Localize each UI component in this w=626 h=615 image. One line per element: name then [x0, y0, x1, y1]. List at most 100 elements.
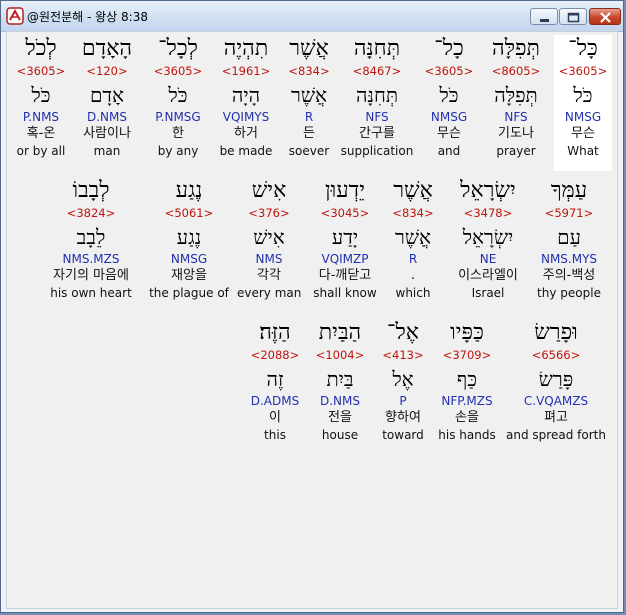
strong-number[interactable]: <3478>	[447, 205, 529, 221]
korean-gloss: 무슨	[571, 126, 595, 141]
english-gloss: and	[437, 144, 461, 158]
word-block[interactable]: הַזֶּה׃ <2088> זֶה D.ADMS 이 this	[247, 319, 303, 455]
morph-code: R	[304, 110, 314, 124]
maximize-button[interactable]	[559, 8, 587, 25]
close-icon	[600, 12, 611, 23]
korean-gloss: 전을	[328, 410, 352, 425]
hebrew-word: הַזֶּה׃	[259, 320, 291, 345]
lemma: כֹּל	[439, 83, 459, 107]
strong-number[interactable]: <8467>	[340, 63, 414, 79]
strong-number[interactable]: <8605>	[485, 63, 547, 79]
morph-code: P.NMS	[22, 110, 60, 124]
strong-number[interactable]: <834>	[387, 205, 439, 221]
close-button[interactable]	[589, 8, 621, 25]
hebrew-word: יִשְׂרָאֵל	[460, 178, 516, 203]
morph-code: NMSG	[430, 110, 468, 124]
korean-gloss: 자기의 마음에	[53, 268, 129, 283]
strong-number[interactable]: <413>	[377, 347, 429, 363]
korean-gloss: 재앙을	[171, 268, 207, 283]
morph-code: D.ADMS	[250, 394, 300, 408]
lemma: יָדַע	[331, 225, 359, 249]
hebrew-word: כַּפָּיו	[450, 320, 484, 345]
english-gloss: man	[93, 144, 121, 158]
word-block[interactable]: לְכֹל <3605> כֹּל P.NMS 혹-온 or by all	[13, 35, 69, 171]
lemma: אֲשֶׁר	[291, 83, 327, 107]
word-block[interactable]: אֲשֶׁר <834> אֲשֶׁר R 든 soever	[283, 35, 335, 171]
strong-number[interactable]: <3605>	[148, 63, 208, 79]
word-block[interactable]: אֲשֶׁר <834> אֲשֶׁר R . which	[387, 177, 439, 313]
strong-number[interactable]: <120>	[77, 63, 137, 79]
word-block[interactable]: לְכָל־ <3605> כֹּל P.NMSG 한 by any	[148, 35, 208, 171]
english-gloss: toward	[382, 428, 424, 442]
korean-gloss: 각각	[257, 268, 281, 283]
morph-code: NMSG	[170, 252, 208, 266]
morph-code: NFS	[504, 110, 528, 124]
korean-gloss: 펴고	[544, 410, 568, 425]
korean-gloss: 하거	[234, 126, 258, 141]
strong-number[interactable]: <3605>	[13, 63, 69, 79]
strong-number[interactable]: <3605>	[420, 63, 478, 79]
word-block[interactable]: תְּחִנָּה <8467> תְּחִנָּה NFS 간구를 suppl…	[340, 35, 414, 171]
korean-gloss: 향하여	[385, 410, 421, 425]
korean-gloss: 이스라엘이	[458, 268, 518, 283]
korean-gloss: .	[410, 268, 416, 283]
strong-number[interactable]: <3605>	[554, 63, 612, 79]
maximize-icon	[567, 12, 580, 23]
word-block[interactable]: עַמְּךָ <5971> עַם NMS.MYS 주의-백성 thy peo…	[533, 177, 605, 313]
korean-gloss: 간구를	[359, 126, 395, 141]
strong-number[interactable]: <1961>	[215, 63, 277, 79]
lemma: כַּף	[456, 367, 478, 391]
english-gloss: thy people	[537, 286, 601, 300]
word-block[interactable]: כָל־ <3605> כֹּל NMSG 무슨 and	[420, 35, 478, 171]
morph-code: VQIMYS	[222, 110, 270, 124]
lemma: כֹּל	[573, 83, 593, 107]
hebrew-word: תִהְיֶה	[223, 36, 269, 61]
lemma: הָיָה	[231, 83, 261, 107]
english-gloss: or by all	[16, 144, 66, 158]
word-block[interactable]: תְּפִלָּה <8605> תְּפִלָּה NFS 기도나 praye…	[485, 35, 547, 171]
window-title: @원전분해 - 왕상 8:38	[27, 10, 148, 24]
word-block[interactable]: יִשְׂרָאֵל <3478> יִשְׂרָאֵל NE 이스라엘이 Is…	[447, 177, 529, 313]
lemma: יִשְׂרָאֵל	[462, 225, 514, 249]
hebrew-word: לְכָל־	[158, 36, 198, 61]
strong-number[interactable]: <3045>	[311, 205, 379, 221]
english-gloss: the plague of	[149, 286, 229, 300]
lemma: כֹּל	[168, 83, 188, 107]
english-gloss: shall know	[313, 286, 377, 300]
word-block[interactable]: הָאָדָם <120> אָדָם D.NMS 사람이나 man	[77, 35, 137, 171]
lemma: כֹּל	[31, 83, 51, 107]
strong-number[interactable]: <3824>	[41, 205, 141, 221]
english-gloss: which	[395, 286, 431, 300]
strong-number[interactable]: <834>	[283, 63, 335, 79]
word-block[interactable]: כָּל־ <3605> כֹּל NMSG 무슨 What	[554, 35, 612, 171]
strong-number[interactable]: <3709>	[435, 347, 499, 363]
word-block[interactable]: אִישׁ <376> אִישׁ NMS 각각 every man	[237, 177, 301, 313]
strong-number[interactable]: <6566>	[505, 347, 607, 363]
word-block[interactable]: הַבַּיִת <1004> בַּיִת D.NMS 전을 house	[311, 319, 369, 455]
word-block[interactable]: אֶל־ <413> אֶל P 향하여 toward	[377, 319, 429, 455]
word-block[interactable]: וּפָרַשׂ <6566> פָּרַשׂ C.VQAMZS 펴고 and …	[505, 319, 607, 455]
morph-code: NMS.MZS	[62, 252, 120, 266]
word-block[interactable]: נֶגַע <5061> נֶגַע NMSG 재앙을 the plague o…	[149, 177, 229, 313]
strong-number[interactable]: <1004>	[311, 347, 369, 363]
korean-gloss: 이	[269, 410, 281, 425]
word-block[interactable]: כַּפָּיו <3709> כַּף NFP.MZS 손을 his hand…	[435, 319, 499, 455]
strong-number[interactable]: <2088>	[247, 347, 303, 363]
minimize-button[interactable]	[530, 8, 558, 25]
morph-code: NMS.MYS	[540, 252, 598, 266]
hebrew-word: וּפָרַשׂ	[534, 320, 578, 345]
hebrew-word: אֶל־	[387, 320, 419, 345]
strong-number[interactable]: <5061>	[149, 205, 229, 221]
word-block[interactable]: יֵדְעוּן <3045> יָדַע VQIMZP 다-깨닫고 shall…	[311, 177, 379, 313]
title-bar[interactable]: @원전분해 - 왕상 8:38	[1, 1, 623, 32]
word-block[interactable]: לְבָבוֹ <3824> לֵבָב NMS.MZS 자기의 마음에 his…	[41, 177, 141, 313]
hebrew-word: יֵדְעוּן	[324, 178, 366, 203]
korean-gloss: 다-깨닫고	[318, 268, 372, 283]
hebrew-word: נֶגַע	[175, 178, 203, 203]
korean-gloss: 혹-온	[26, 126, 56, 141]
strong-number[interactable]: <5971>	[533, 205, 605, 221]
morph-code: VQIMZP	[321, 252, 369, 266]
word-block[interactable]: תִהְיֶה <1961> הָיָה VQIMYS 하거 be made	[215, 35, 277, 171]
english-gloss: his own heart	[50, 286, 132, 300]
strong-number[interactable]: <376>	[237, 205, 301, 221]
